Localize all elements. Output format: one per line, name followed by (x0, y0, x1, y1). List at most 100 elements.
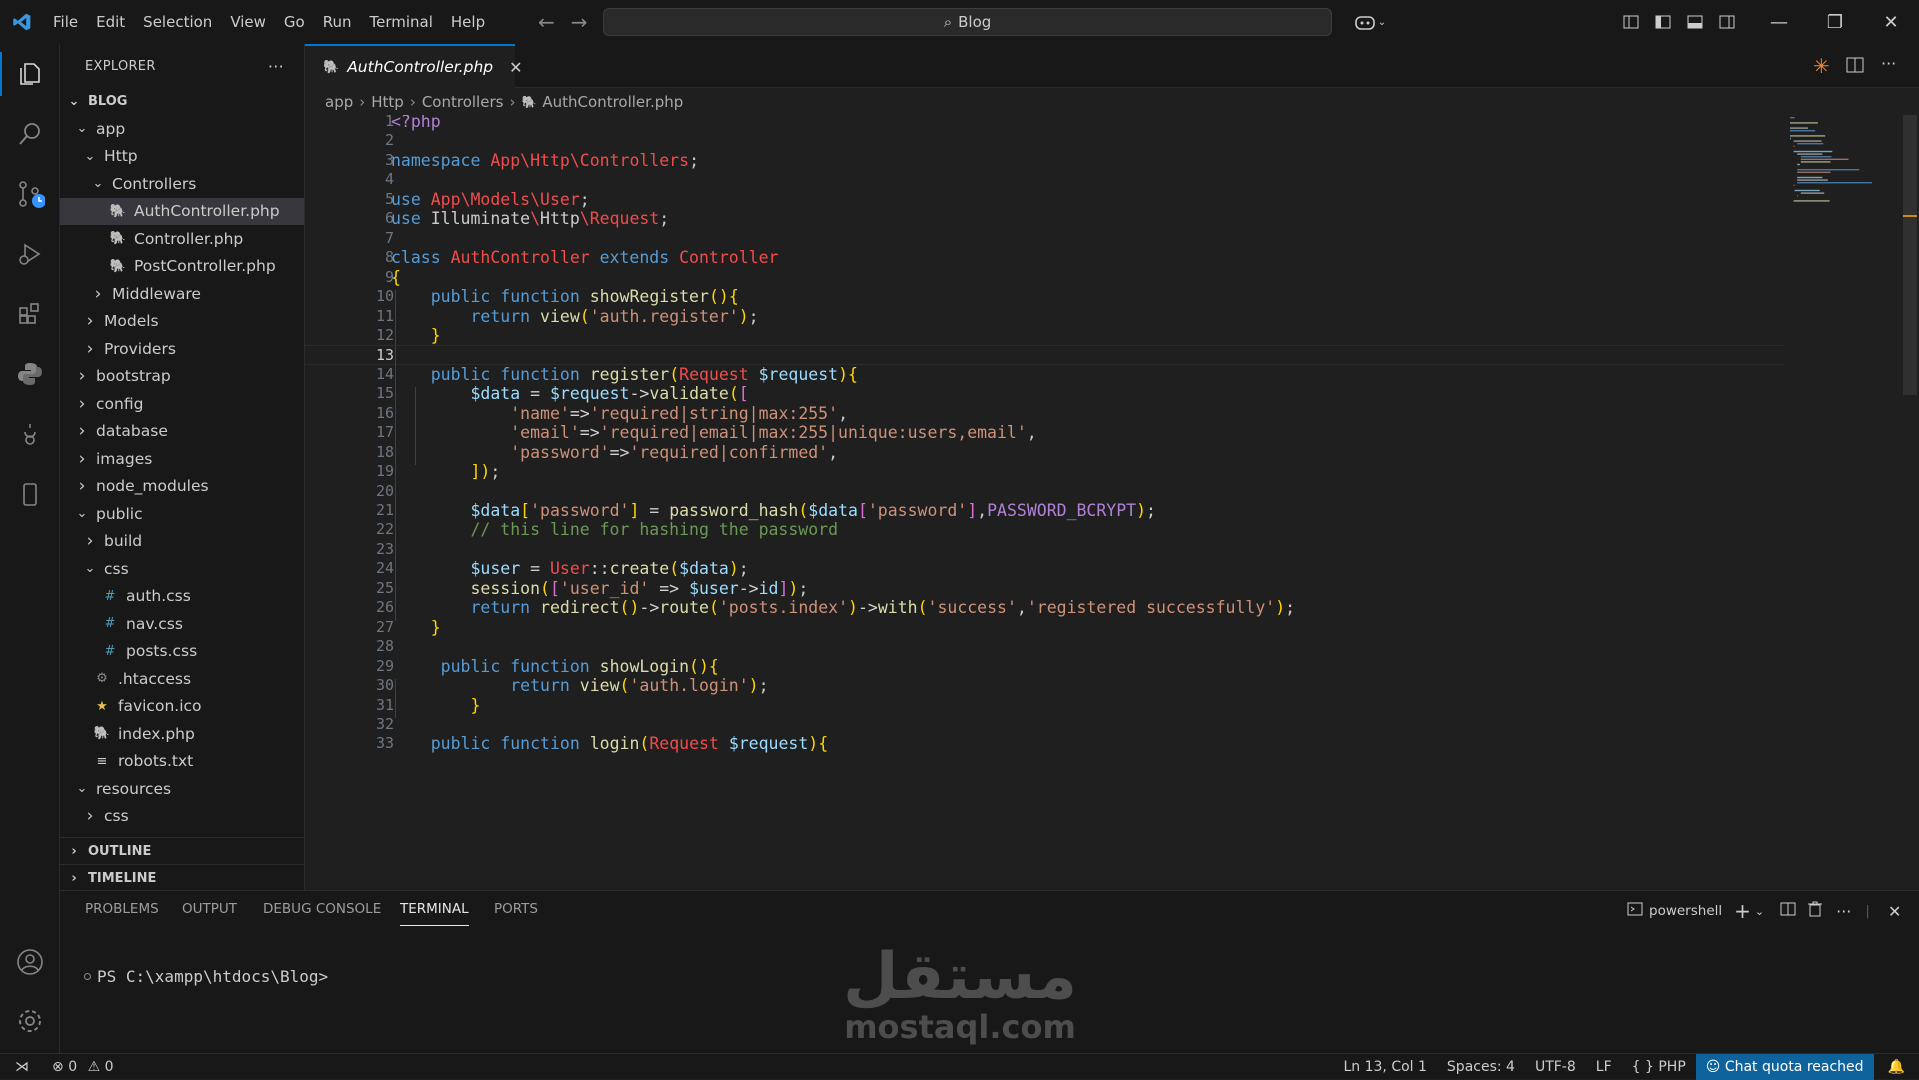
tree-folder[interactable]: › Middleware (60, 280, 304, 308)
tree-file[interactable]: 🐘 index.php (60, 720, 304, 748)
tree-folder[interactable]: › Models (60, 308, 304, 336)
language-mode[interactable]: { } PHP (1622, 1059, 1696, 1075)
command-center-search[interactable]: ⌕ Blog (603, 8, 1332, 36)
new-terminal-icon[interactable]: + (1734, 899, 1751, 923)
tree-folder[interactable]: › build (60, 528, 304, 556)
tree-folder[interactable]: › database (60, 418, 304, 446)
code-line[interactable]: 26 return redirect()->route('posts.index… (305, 598, 1785, 617)
menu-view[interactable]: View (221, 0, 275, 44)
tree-folder[interactable]: › bootstrap (60, 363, 304, 391)
menu-edit[interactable]: Edit (87, 0, 134, 44)
tree-file[interactable]: # posts.css (60, 638, 304, 666)
tree-file[interactable]: 🐘 Controller.php (60, 225, 304, 253)
code-line[interactable]: 32 (305, 715, 1785, 734)
code-line[interactable]: 20 (305, 482, 1785, 501)
tree-folder[interactable]: › node_modules (60, 473, 304, 501)
code-line[interactable]: 19 ]); (305, 462, 1785, 481)
panel-more-icon[interactable]: ··· (1836, 902, 1851, 921)
chevron-down-icon[interactable]: ⌄ (1755, 905, 1764, 918)
more-actions-icon[interactable]: ··· (268, 57, 284, 76)
extensions-icon[interactable] (0, 284, 60, 344)
search-icon[interactable] (0, 104, 60, 164)
code-line[interactable]: 2 (305, 131, 1785, 150)
problems-indicator[interactable]: ⊗ 0 ⚠ 0 (44, 1059, 124, 1075)
tree-file[interactable]: ⚙ .htaccess (60, 665, 304, 693)
vertical-scrollbar[interactable] (1903, 115, 1917, 888)
terminal-prompt[interactable]: PS C:\xampp\htdocs\Blog> (84, 967, 328, 986)
tree-file[interactable]: 🐘 AuthController.php (60, 197, 304, 225)
code-editor[interactable]: 1 <?php 2 3 namespace App\Http\Controllers; 4… (305, 115, 1902, 888)
code-line[interactable]: 12 } (305, 326, 1785, 345)
breadcrumb-item[interactable]: app (325, 93, 353, 111)
accounts-icon[interactable] (0, 932, 60, 992)
minimize-icon[interactable]: — (1751, 0, 1807, 44)
tree-file[interactable]: 🐘 PostController.php (60, 253, 304, 281)
menu-terminal[interactable]: Terminal (361, 0, 442, 44)
code-line[interactable]: 9{ (305, 268, 1785, 287)
code-line[interactable]: 4 (305, 170, 1785, 189)
tree-folder[interactable]: › css (60, 803, 304, 831)
menu-file[interactable]: File (44, 0, 87, 44)
code-line[interactable]: 25 session(['user_id' => $user->id]); (305, 579, 1785, 598)
split-editor-icon[interactable] (1846, 56, 1864, 78)
tree-file[interactable]: # nav.css (60, 610, 304, 638)
customize-layout-icon[interactable] (1615, 0, 1647, 44)
split-terminal-icon[interactable] (1780, 901, 1796, 921)
code-line[interactable]: 27 } (305, 618, 1785, 637)
cursor-position[interactable]: Ln 13, Col 1 (1333, 1059, 1436, 1075)
forward-arrow-icon[interactable]: → (563, 10, 596, 34)
encoding[interactable]: UTF-8 (1525, 1059, 1586, 1075)
source-control-icon[interactable] (0, 164, 60, 224)
code-line[interactable]: 3 namespace App\Http\Controllers; (305, 151, 1785, 170)
end-of-line[interactable]: LF (1586, 1059, 1622, 1075)
code-line[interactable]: 24 $user = User::create($data); (305, 559, 1785, 578)
toggle-secondary-sidebar-icon[interactable] (1711, 0, 1743, 44)
menu-selection[interactable]: Selection (134, 0, 221, 44)
code-line[interactable]: 15 $data = $request->validate([ (305, 384, 1785, 403)
explorer-icon[interactable] (0, 44, 60, 104)
code-line[interactable]: 33 public function login(Request $reques… (305, 734, 1785, 753)
copilot-edits-icon[interactable]: ✳ (1813, 54, 1830, 78)
outline-section-header[interactable]: › OUTLINE (60, 837, 304, 865)
terminal-shell-name[interactable]: powershell (1649, 903, 1722, 919)
code-line[interactable]: 23 (305, 540, 1785, 559)
close-tab-icon[interactable]: ✕ (509, 58, 522, 77)
tree-folder[interactable]: › config (60, 390, 304, 418)
settings-gear-icon[interactable] (0, 991, 60, 1051)
breadcrumb-item[interactable]: Controllers (422, 93, 504, 111)
minimap[interactable] (1788, 115, 1883, 235)
code-line[interactable]: 8 class AuthController extends Controller (305, 248, 1785, 267)
tree-folder[interactable]: ⌄ resources (60, 775, 304, 803)
tree-file[interactable]: ★ favicon.ico (60, 693, 304, 721)
code-line[interactable]: 13 (305, 345, 1785, 365)
tab-authcontroller[interactable]: 🐘 AuthController.php ✕ (305, 44, 523, 88)
tree-folder[interactable]: ⌄ css (60, 555, 304, 583)
editor-more-icon[interactable]: ··· (1881, 54, 1896, 73)
code-line[interactable]: 7 (305, 229, 1785, 248)
menu-go[interactable]: Go (275, 0, 314, 44)
toggle-sidebar-icon[interactable] (1647, 0, 1679, 44)
testing-icon[interactable] (0, 404, 60, 464)
tab-debug-console[interactable]: DEBUG CONSOLE (263, 901, 381, 925)
breadcrumb-item[interactable]: Http (371, 93, 404, 111)
notifications-bell-icon[interactable]: 🔔 (1874, 1059, 1919, 1075)
tree-file[interactable]: ≡ robots.txt (60, 748, 304, 776)
tree-file[interactable]: # auth.css (60, 583, 304, 611)
tree-folder[interactable]: › images (60, 445, 304, 473)
timeline-section-header[interactable]: › TIMELINE (60, 864, 304, 890)
toggle-panel-icon[interactable] (1679, 0, 1711, 44)
code-line[interactable]: 22 // this line for hashing the password (305, 520, 1785, 539)
code-line[interactable]: 17 'email'=>'required|email|max:255|uniq… (305, 423, 1785, 442)
code-line[interactable]: 29 public function showLogin(){ (305, 657, 1785, 676)
menu-help[interactable]: Help (442, 0, 494, 44)
code-line[interactable]: 16 'name'=>'required|string|max:255', (305, 404, 1785, 423)
code-line[interactable]: 14 public function register(Request $req… (305, 365, 1785, 384)
code-line[interactable]: 30 return view('auth.login'); (305, 676, 1785, 695)
code-line[interactable]: 21 $data['password'] = password_hash($da… (305, 501, 1785, 520)
tab-terminal[interactable]: TERMINAL (400, 901, 469, 926)
code-line[interactable]: 10 public function showRegister(){ (305, 287, 1785, 306)
tree-folder[interactable]: ⌄ app (60, 115, 304, 143)
breadcrumb-item[interactable]: AuthController.php (542, 93, 683, 111)
tab-output[interactable]: OUTPUT (182, 901, 237, 925)
code-line[interactable]: 18 'password'=>'required|confirmed', (305, 443, 1785, 462)
